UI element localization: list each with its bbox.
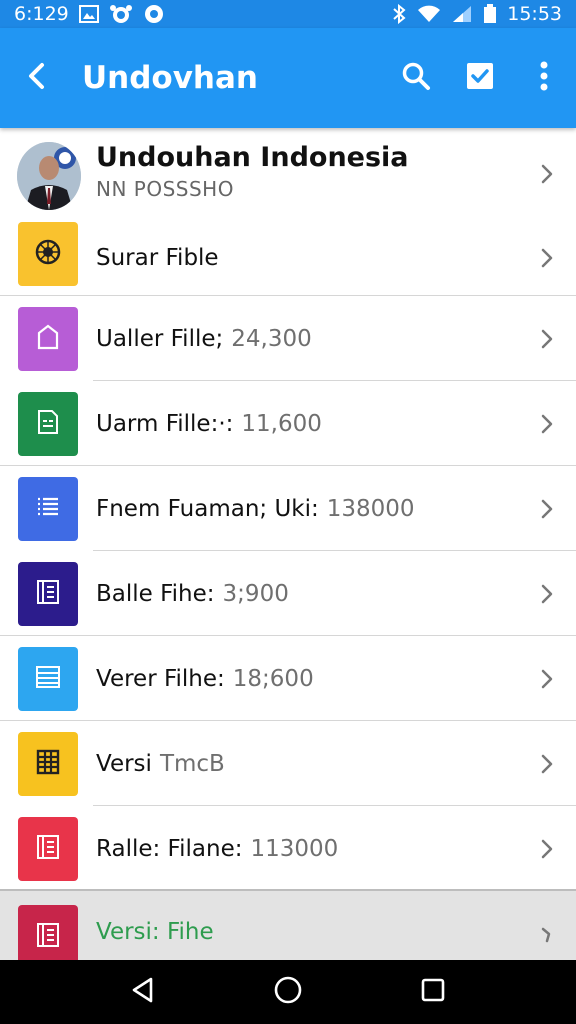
bag-icon (36, 324, 60, 354)
grid-icon (36, 749, 60, 779)
file-list: Undouhan Indonesia NN POSSSHO Surar Fibl… (0, 128, 576, 960)
search-icon (401, 61, 431, 95)
chevron-right-icon (540, 381, 554, 466)
nav-home-icon (273, 975, 303, 1009)
item-label: Surar Fible (96, 245, 219, 271)
status-time-right: 15:53 (507, 3, 562, 25)
list-item[interactable]: Uarm Fille:·: 11,600 (0, 381, 576, 466)
more-vert-icon (539, 61, 549, 95)
gear-pattern-icon (34, 238, 62, 270)
item-label: Verer Filhe: (96, 665, 225, 692)
chevron-right-icon (540, 721, 554, 806)
document-icon (36, 409, 60, 439)
wifi-icon (417, 5, 441, 23)
nav-recents-icon (420, 977, 446, 1007)
item-label: Fnem Fuaman; Uki: (96, 495, 319, 522)
list-item[interactable]: Ralle: Filane: 113000 (0, 806, 576, 891)
more-options-button[interactable] (512, 28, 576, 128)
profile-name: Undouhan Indonesia (96, 142, 409, 173)
list-item-selected[interactable]: Versi: Fihe (0, 891, 576, 960)
battery-icon (483, 4, 497, 24)
checkbox-icon (466, 62, 494, 94)
status-bar: 6:129 15:53 (0, 0, 576, 28)
chevron-right-icon (540, 806, 554, 891)
item-value: 138000 (326, 495, 415, 522)
item-value: 18;600 (232, 665, 314, 692)
item-label: Uarm Fille:·: (96, 410, 234, 437)
chevron-right-icon (540, 891, 554, 960)
chevron-right-icon (540, 220, 554, 296)
nav-back-icon (129, 976, 157, 1008)
chevron-right-icon (540, 636, 554, 721)
item-label: Ralle: Filane: (96, 835, 243, 862)
item-tile (18, 562, 78, 626)
book-icon (36, 922, 60, 952)
back-arrow-icon (26, 62, 48, 94)
item-label: Versi: Fihe (96, 918, 214, 945)
item-label: Ualler Fille; (96, 325, 224, 352)
back-button[interactable] (0, 28, 74, 128)
nav-recents-button[interactable] (403, 962, 463, 1022)
select-button[interactable] (448, 28, 512, 128)
profile-subtitle: NN POSSSHO (96, 177, 234, 201)
list-icon (36, 495, 60, 523)
image-notification-icon (78, 5, 99, 23)
list-item[interactable]: Verer Filhe: 18;600 (0, 636, 576, 721)
chevron-right-icon (540, 296, 554, 381)
avatar (17, 142, 81, 210)
app-bar: Undovhan (0, 28, 576, 128)
settings-notification-icon (143, 3, 165, 25)
list-item[interactable]: Balle Fihe: 3;900 (0, 551, 576, 636)
search-button[interactable] (384, 28, 448, 128)
item-value: 113000 (250, 835, 339, 862)
signal-icon (451, 5, 473, 23)
profile-row[interactable]: Undouhan Indonesia NN POSSSHO (0, 128, 576, 220)
item-tile (18, 477, 78, 541)
chevron-right-icon (540, 551, 554, 636)
book-icon (36, 834, 60, 864)
alarm-notification-icon (109, 4, 133, 24)
item-value: 11,600 (241, 410, 322, 437)
item-tile (18, 905, 78, 960)
nav-back-button[interactable] (113, 962, 173, 1022)
chevron-right-icon (540, 128, 554, 220)
item-tile (18, 732, 78, 796)
item-value: 3;900 (222, 580, 289, 607)
item-value: 24,300 (231, 325, 312, 352)
list-item[interactable]: Versi TmcB (0, 721, 576, 806)
status-time-left: 6:129 (14, 3, 69, 25)
page-title: Undovhan (82, 60, 258, 96)
item-tile (18, 222, 78, 286)
list-item[interactable]: Ualler Fille; 24,300 (0, 296, 576, 381)
table-icon (35, 665, 61, 693)
item-tile (18, 392, 78, 456)
nav-home-button[interactable] (258, 962, 318, 1022)
item-value: TmcB (159, 750, 225, 777)
item-tile (18, 307, 78, 371)
item-tile (18, 817, 78, 881)
chevron-right-icon (540, 466, 554, 551)
item-tile (18, 647, 78, 711)
item-label: Balle Fihe: (96, 580, 215, 607)
bluetooth-icon (391, 4, 407, 24)
item-label: Versi (96, 750, 152, 777)
list-item[interactable]: Surar Fible (0, 220, 576, 305)
list-item[interactable]: Fnem Fuaman; Uki: 138000 (0, 466, 576, 551)
book-icon (36, 579, 60, 609)
navigation-bar (0, 960, 576, 1024)
